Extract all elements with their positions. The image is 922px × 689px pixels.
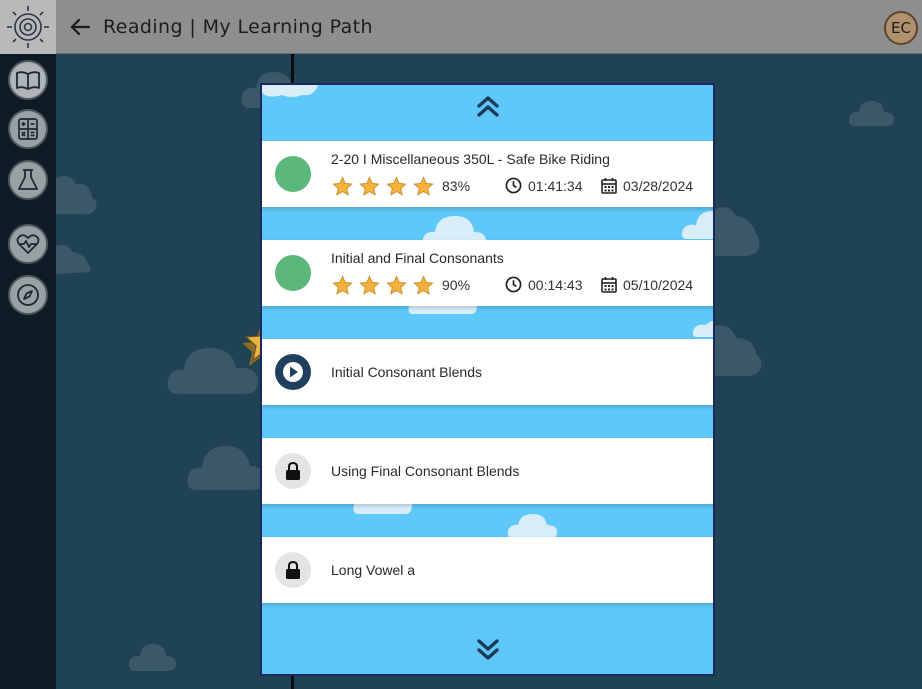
star-icon — [386, 175, 407, 196]
lesson-title: Long Vowel a — [331, 562, 416, 578]
nav-science[interactable] — [8, 160, 48, 200]
lesson-card[interactable]: Using Final Consonant Blends — [262, 438, 713, 504]
double-chevron-up-icon — [476, 96, 499, 117]
lesson-score: 83% — [442, 178, 471, 194]
completion-date: 05/10/2024 — [623, 276, 694, 293]
locked-status — [275, 552, 311, 588]
completed-status-icon — [275, 156, 311, 192]
lock-icon — [286, 560, 300, 579]
lesson-title: Initial Consonant Blends — [331, 364, 482, 380]
star-icon — [359, 274, 380, 295]
star-icon — [332, 274, 353, 295]
compass-icon — [17, 284, 39, 306]
star-icon — [386, 274, 407, 295]
locked-status — [275, 453, 311, 489]
heart-pulse-icon — [16, 234, 40, 254]
completed-status-icon — [275, 255, 311, 291]
lesson-stars: 83% — [332, 175, 470, 197]
star-icon — [332, 175, 353, 196]
lesson-stars: 90% — [332, 274, 470, 296]
lesson-date: 05/10/2024 — [601, 276, 693, 293]
clock-icon — [505, 177, 522, 194]
clock-icon — [505, 276, 522, 293]
nav-math[interactable] — [8, 109, 48, 149]
sidebar — [0, 0, 56, 689]
calendar-icon — [601, 277, 617, 293]
time-spent: 00:14:43 — [528, 276, 583, 293]
lesson-title: Initial and Final Consonants — [331, 250, 504, 266]
lesson-time: 00:14:43 — [505, 276, 583, 293]
star-icon — [413, 175, 434, 196]
lesson-time: 01:41:34 — [505, 177, 583, 194]
completion-date: 03/28/2024 — [623, 177, 694, 194]
lock-icon — [286, 461, 300, 480]
lesson-card[interactable]: Initial Consonant Blends — [262, 339, 713, 405]
nav-reading[interactable] — [8, 60, 48, 100]
scroll-down-button[interactable] — [472, 635, 504, 665]
open-book-icon — [16, 71, 40, 90]
star-icon — [413, 274, 434, 295]
play-icon — [283, 362, 303, 382]
lesson-date: 03/28/2024 — [601, 177, 693, 194]
arrow-left-icon — [70, 18, 91, 36]
star-icon — [359, 175, 380, 196]
lesson-card[interactable]: Long Vowel a — [262, 537, 713, 603]
lesson-title: 2-20 I Miscellaneous 350L - Safe Bike Ri… — [331, 151, 610, 167]
lesson-card[interactable]: Initial and Final Consonants 90% 00:14:4… — [262, 240, 713, 306]
nav-explore[interactable] — [8, 275, 48, 315]
lesson-title: Using Final Consonant Blends — [331, 463, 520, 479]
user-avatar[interactable]: EC — [884, 11, 918, 45]
sun-logo-icon — [7, 6, 49, 48]
flask-icon — [18, 169, 38, 190]
learning-path-panel: 2-20 I Miscellaneous 350L - Safe Bike Ri… — [260, 83, 715, 676]
page-title: Reading | My Learning Path — [103, 16, 373, 38]
back-button[interactable] — [66, 13, 94, 41]
header-bar: Reading | My Learning Path EC — [56, 0, 922, 54]
app-logo[interactable] — [0, 0, 56, 54]
time-spent: 01:41:34 — [528, 177, 583, 194]
scroll-up-button[interactable] — [472, 91, 504, 121]
nav-health[interactable] — [8, 224, 48, 264]
double-chevron-down-icon — [476, 639, 499, 660]
lesson-card[interactable]: 2-20 I Miscellaneous 350L - Safe Bike Ri… — [262, 141, 713, 207]
lesson-score: 90% — [442, 277, 471, 293]
calculator-icon — [18, 118, 38, 140]
play-button[interactable] — [275, 354, 311, 390]
calendar-icon — [601, 178, 617, 194]
